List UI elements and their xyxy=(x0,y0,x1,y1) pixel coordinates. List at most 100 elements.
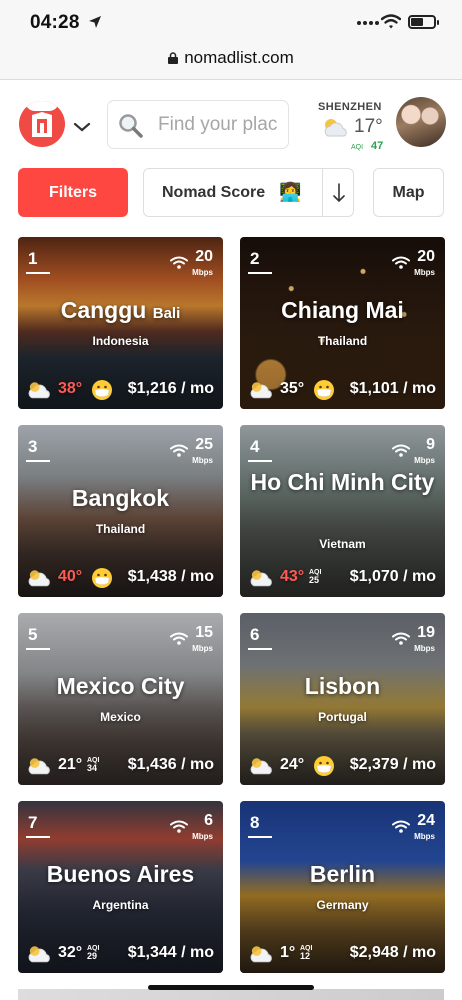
internet-speed: 19 xyxy=(417,624,435,641)
arrow-down-icon xyxy=(332,182,345,202)
city-card[interactable]: 6 19 Mbps Lisbon Portugal 24° $2,379 / mo xyxy=(240,613,445,785)
sort-selector[interactable]: Nomad Score 👩‍💻 xyxy=(143,168,354,217)
city-temperature: 32° xyxy=(58,944,83,961)
city-card[interactable]: 7 6 Mbps Buenos Aires Argentina 32° AQI 29 $1,34… xyxy=(18,801,223,973)
city-card[interactable]: 3 25 Mbps Bangkok Thailand 40° $1,438 / mo xyxy=(18,425,223,597)
rank-underline xyxy=(26,272,50,274)
internet-speed: 6 xyxy=(204,812,213,829)
partly-cloudy-icon xyxy=(250,758,272,775)
search-input[interactable] xyxy=(158,111,286,139)
speed-unit: Mbps xyxy=(192,832,213,841)
rank-underline xyxy=(248,272,272,274)
partly-cloudy-icon xyxy=(28,758,50,775)
rank-underline xyxy=(26,648,50,650)
city-name-wrap: Lisbon xyxy=(240,673,445,700)
city-temperature: 21° xyxy=(58,756,83,773)
chevron-down-icon[interactable] xyxy=(73,122,91,132)
speed-unit: Mbps xyxy=(414,456,435,465)
weather-temp: 17° xyxy=(354,116,383,137)
filters-button[interactable]: Filters xyxy=(18,168,128,217)
city-name: Bangkok xyxy=(71,485,170,511)
cost-of-living: $1,101 / mo xyxy=(349,380,436,397)
city-name-wrap: Ho Chi Minh City xyxy=(240,469,445,496)
speed-unit: Mbps xyxy=(414,644,435,653)
wifi-icon xyxy=(170,820,188,833)
signal-icon xyxy=(357,21,379,25)
wifi-icon xyxy=(392,632,410,645)
map-button[interactable]: Map xyxy=(373,168,444,217)
city-name: Ho Chi Minh City xyxy=(250,469,435,495)
speed-unit: Mbps xyxy=(192,644,213,653)
city-subregion: Bali xyxy=(152,305,181,322)
wifi-icon xyxy=(170,256,188,269)
status-time: 04:28 xyxy=(30,12,80,33)
partly-cloudy-icon xyxy=(28,382,50,399)
rank-underline xyxy=(248,648,272,650)
wifi-icon xyxy=(392,820,410,833)
city-rank: 5 xyxy=(28,625,38,644)
speed-unit: Mbps xyxy=(192,456,213,465)
city-rank: 1 xyxy=(28,249,38,268)
city-aqi: AQI 25 xyxy=(309,569,322,585)
country-name: Indonesia xyxy=(92,334,149,348)
city-aqi-value: 25 xyxy=(309,575,320,585)
partly-cloudy-icon xyxy=(250,946,272,963)
city-name: Buenos Aires xyxy=(46,861,195,887)
country-name: Vietnam xyxy=(319,537,366,551)
rank-underline xyxy=(248,836,272,838)
mask-face-emoji-icon xyxy=(92,380,112,400)
city-rank: 8 xyxy=(250,813,260,832)
sort-label: Nomad Score xyxy=(162,184,266,201)
city-name: Canggu xyxy=(60,297,147,323)
city-temperature: 38° xyxy=(58,380,83,397)
sort-direction-button[interactable] xyxy=(323,169,354,216)
cost-of-living: $2,379 / mo xyxy=(349,756,436,773)
internet-speed: 25 xyxy=(195,436,213,453)
city-name: Chiang Mai xyxy=(281,297,404,323)
city-name-wrap: Buenos Aires xyxy=(18,861,223,888)
cost-of-living: $1,436 / mo xyxy=(127,756,214,773)
city-temperature: 40° xyxy=(58,568,83,585)
speed-unit: Mbps xyxy=(414,268,435,277)
wifi-icon xyxy=(170,444,188,457)
mask-face-emoji-icon xyxy=(314,756,334,776)
nomadlist-logo[interactable] xyxy=(19,101,65,147)
city-card[interactable]: 1 20 Mbps Canggu Bali Indonesia 38° $1,216 / m… xyxy=(18,237,223,409)
city-card[interactable]: 2 20 Mbps Chiang Mai Thailand 35° $1,101 / mo xyxy=(240,237,445,409)
city-card[interactable]: 5 15 Mbps Mexico City Mexico 21° AQI 34 $1,436 /… xyxy=(18,613,223,785)
city-name-wrap: Canggu Bali xyxy=(18,297,223,324)
city-card[interactable]: 8 24 Mbps Berlin Germany 1° AQI 12 $2,948 / mo xyxy=(240,801,445,973)
country-name: Germany xyxy=(316,898,369,912)
search-box[interactable] xyxy=(107,100,289,149)
aqi-value: 47 xyxy=(371,140,384,152)
country-name: Argentina xyxy=(92,898,149,912)
city-name-wrap: Mexico City xyxy=(18,673,223,700)
rank-underline xyxy=(26,836,50,838)
city-rank: 7 xyxy=(28,813,38,832)
city-name-wrap: Chiang Mai xyxy=(240,297,445,324)
city-aqi-value: 12 xyxy=(300,951,311,961)
cost-of-living: $1,216 / mo xyxy=(127,380,214,397)
country-name: Mexico xyxy=(100,710,141,724)
cost-of-living: $2,948 / mo xyxy=(349,944,436,961)
wifi-icon xyxy=(170,632,188,645)
city-aqi: AQI 34 xyxy=(87,757,100,773)
partly-cloudy-icon xyxy=(250,570,272,587)
city-temperature: 1° xyxy=(280,944,296,961)
url-display[interactable]: nomadlist.com xyxy=(0,48,462,68)
location-arrow-icon xyxy=(89,16,101,28)
partly-cloudy-icon xyxy=(28,946,50,963)
browser-url-bar[interactable]: nomadlist.com xyxy=(0,44,462,80)
cost-of-living: $1,438 / mo xyxy=(127,568,214,585)
city-aqi-value: 34 xyxy=(87,763,98,773)
internet-speed: 15 xyxy=(195,624,213,641)
city-card[interactable]: 4 9 Mbps Ho Chi Minh City Vietnam 43° AQI 25 $1,… xyxy=(240,425,445,597)
city-aqi-value: 29 xyxy=(87,951,98,961)
city-name: Lisbon xyxy=(304,673,381,699)
wifi-icon xyxy=(392,444,410,457)
user-avatar[interactable] xyxy=(396,97,446,147)
weather-city: SHENZHEN xyxy=(318,101,382,113)
aqi-label: AQI xyxy=(351,144,364,151)
partly-cloudy-icon xyxy=(324,119,347,137)
mask-face-emoji-icon xyxy=(314,380,334,400)
